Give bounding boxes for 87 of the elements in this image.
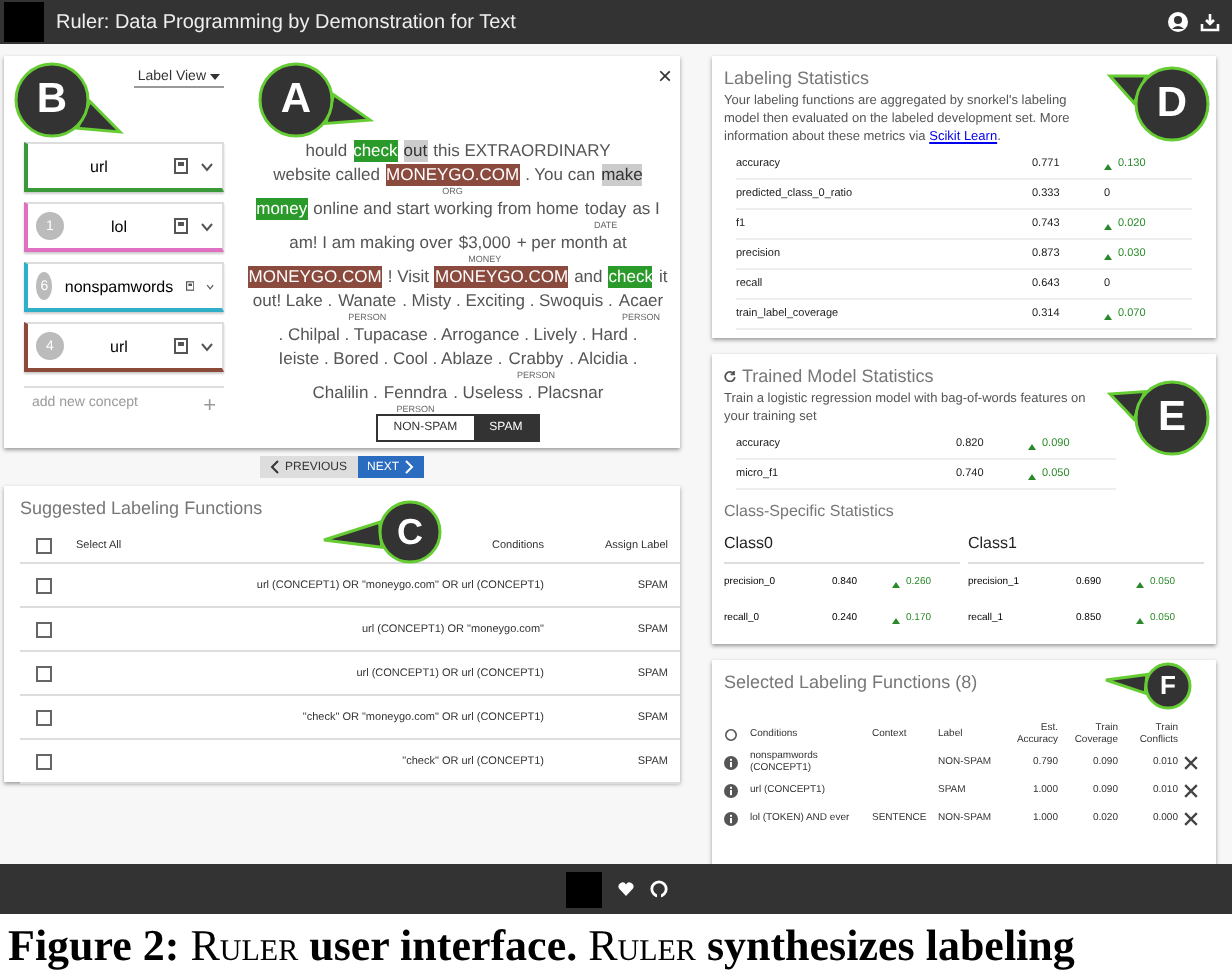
user-icon[interactable] — [1168, 12, 1188, 32]
selected-highlight: out — [403, 140, 428, 162]
selected-highlight: make — [601, 164, 643, 186]
up-arrow-icon — [1136, 618, 1144, 624]
box-icon — [174, 338, 188, 354]
caret-icon — [210, 74, 220, 80]
refresh-icon[interactable] — [724, 370, 736, 382]
info-icon[interactable] — [724, 755, 738, 769]
concept-name: nonspamwords — [64, 277, 174, 295]
chevron-left-icon — [270, 460, 281, 474]
card-title: Selected Labeling Functions (8) — [724, 672, 978, 692]
match-highlight: MONEYGO.COM — [248, 266, 382, 288]
concept-card[interactable]: url — [24, 142, 224, 192]
info-icon[interactable] — [724, 783, 738, 797]
row-checkbox[interactable] — [36, 665, 52, 681]
box-icon — [174, 218, 188, 234]
class-heading: Class1 — [968, 528, 1204, 564]
passage-text: ! Visit — [387, 266, 429, 288]
up-arrow-icon — [1104, 314, 1112, 320]
passage-text: Ieiste . Bored . Cool . Ablaze . — [278, 348, 503, 370]
tagged-word: $3,000 — [458, 232, 511, 254]
passage-text: as I — [632, 198, 660, 220]
row-checkbox[interactable] — [36, 621, 52, 637]
chevron-icon[interactable] — [200, 341, 214, 351]
logo-icon — [565, 871, 601, 907]
passage-text: am! I am making over — [289, 232, 453, 254]
concept-name: lol — [108, 217, 129, 235]
up-arrow-icon — [1104, 254, 1112, 260]
tagged-word: today — [584, 198, 627, 220]
passage-text: out! Lake . — [252, 290, 333, 312]
up-arrow-icon — [892, 582, 900, 588]
chevron-right-icon — [403, 460, 414, 474]
up-arrow-icon — [1136, 582, 1144, 588]
concept-highlight: check — [608, 266, 653, 288]
chevron-icon[interactable] — [200, 161, 214, 171]
close-button[interactable]: × — [657, 64, 672, 88]
close-icon[interactable] — [1184, 783, 1198, 797]
passage-text: hould — [305, 140, 348, 162]
row-checkbox[interactable] — [36, 753, 52, 769]
passage-text: . You can — [525, 164, 596, 186]
up-arrow-icon — [892, 618, 900, 624]
section-title: Class-Specific Statistics — [724, 502, 896, 520]
logo-icon — [4, 2, 44, 42]
tagged-word: Wanate — [338, 290, 397, 312]
passage-text: it — [658, 266, 668, 288]
box-icon — [174, 158, 188, 174]
up-arrow-icon — [1104, 164, 1112, 170]
info-icon[interactable] — [724, 811, 738, 825]
passage-text: and — [574, 266, 603, 288]
passage-text: . Misty . Exciting . Swoquis . — [402, 290, 613, 312]
chevron-icon[interactable] — [205, 281, 214, 291]
app-title: Ruler: Data Programming by Demonstration for Text — [56, 11, 518, 33]
concept-highlight: money — [256, 198, 308, 220]
passage-text: website called — [273, 164, 380, 186]
passage-text: . Chilpal . Tupacase . Arrogance . Lively . Hard . — [278, 324, 638, 346]
concept-name: url — [108, 337, 130, 355]
match-highlight: MONEYGO.COM — [434, 266, 569, 288]
box-icon — [185, 278, 194, 294]
class-heading: Class0 — [724, 528, 960, 564]
passage-text: online and start working from home — [313, 198, 579, 220]
download-icon[interactable] — [1200, 12, 1220, 32]
up-arrow-icon — [1104, 224, 1112, 230]
passage-text: . Useless . Placsnar — [453, 382, 604, 404]
heart-icon[interactable] — [617, 882, 633, 896]
card-title: Trained Model Statistics — [742, 366, 934, 386]
tagged-word: Fenndra — [383, 382, 448, 404]
card-title: Suggested Labeling Functions — [20, 498, 263, 518]
match-highlight: MONEYGO.COM — [386, 164, 520, 186]
concept-name: url — [88, 157, 110, 175]
tagged-word: Crabby — [508, 348, 564, 370]
passage-text: Chalilin . — [312, 382, 378, 404]
up-arrow-icon — [1028, 444, 1036, 450]
tagged-word: Acaer — [618, 290, 664, 312]
row-checkbox[interactable] — [36, 709, 52, 725]
row-checkbox[interactable] — [36, 577, 52, 593]
close-icon[interactable] — [1184, 755, 1198, 769]
up-arrow-icon — [1028, 474, 1036, 480]
concept-highlight: check — [353, 140, 398, 162]
passage-text: . Alcidia . — [569, 348, 638, 370]
passage-text: + per month at — [516, 232, 627, 254]
passage-text: this EXTRAORDINARY — [433, 140, 611, 162]
figure-caption: Figure 2: Ruler user interface. Ruler synthesizes labeling — [6, 918, 1077, 972]
circle-icon[interactable] — [724, 727, 738, 741]
select-all-checkbox[interactable] — [36, 538, 52, 554]
card-title: Labeling Statistics — [724, 68, 870, 88]
close-icon[interactable] — [1184, 811, 1198, 825]
chevron-icon[interactable] — [200, 221, 214, 231]
